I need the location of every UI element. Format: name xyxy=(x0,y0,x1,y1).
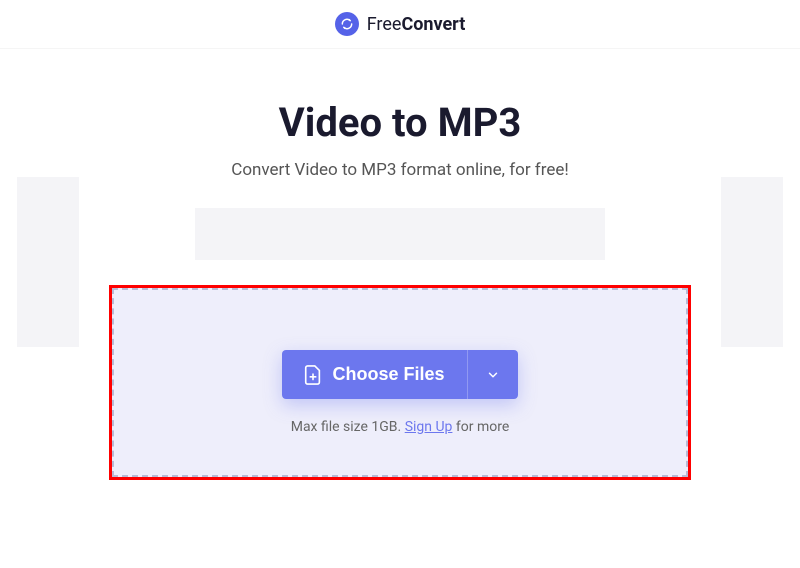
file-add-icon xyxy=(304,365,322,385)
signup-link[interactable]: Sign Up xyxy=(405,419,453,435)
brand-name: FreeConvert xyxy=(367,14,466,35)
refresh-circle-icon xyxy=(335,12,359,36)
choose-files-button[interactable]: Choose Files xyxy=(282,350,466,399)
ad-placeholder xyxy=(195,208,605,260)
chevron-down-icon xyxy=(486,368,500,382)
file-size-hint: Max file size 1GB. Sign Up for more xyxy=(134,419,666,435)
page-title: Video to MP3 xyxy=(20,99,780,146)
choose-files-dropdown[interactable] xyxy=(467,350,518,399)
header: FreeConvert xyxy=(0,0,800,49)
main-content: Video to MP3 Convert Video to MP3 format… xyxy=(0,49,800,497)
brand-logo[interactable]: FreeConvert xyxy=(335,12,466,36)
choose-files-group: Choose Files xyxy=(282,350,517,399)
hint-prefix: Max file size 1GB. xyxy=(291,419,405,435)
file-dropzone[interactable]: Choose Files Max file size 1GB. Sign Up … xyxy=(112,288,688,477)
dropzone-container: Choose Files Max file size 1GB. Sign Up … xyxy=(112,288,688,477)
side-placeholder-right xyxy=(721,177,783,347)
choose-files-label: Choose Files xyxy=(332,364,444,385)
hint-suffix: for more xyxy=(452,419,509,435)
page-subtitle: Convert Video to MP3 format online, for … xyxy=(20,160,780,180)
side-placeholder-left xyxy=(17,177,79,347)
